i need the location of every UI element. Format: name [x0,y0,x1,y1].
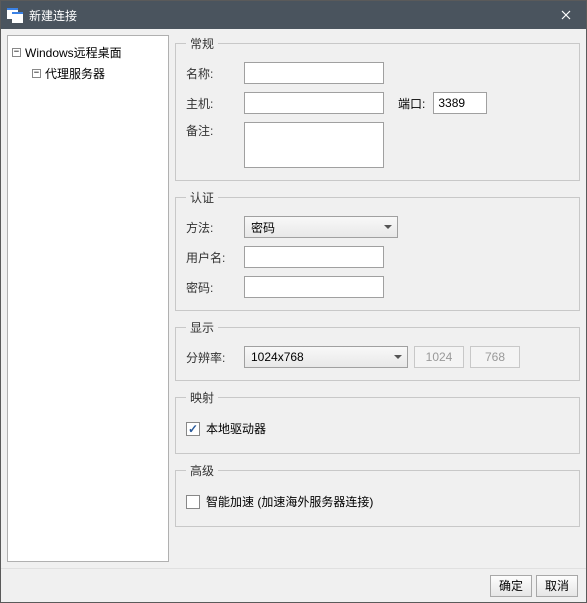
close-icon [561,10,571,20]
legend-display: 显示 [186,319,218,336]
ok-button[interactable]: 确定 [490,575,532,597]
app-icon [7,8,23,22]
tree-panel: − Windows远程桌面 − 代理服务器 [7,35,169,562]
checkbox-smart-accel[interactable] [186,495,200,509]
label-local-drive: 本地驱动器 [206,420,266,437]
input-name[interactable] [244,62,384,84]
tree-root-label: Windows远程桌面 [25,44,122,61]
close-button[interactable] [546,1,586,29]
chevron-down-icon [379,217,397,237]
tree-collapse-icon[interactable]: − [32,69,41,78]
resolution-width: 1024 [414,346,464,368]
tree-child-label: 代理服务器 [45,65,105,82]
input-password[interactable] [244,276,384,298]
titlebar: 新建连接 [1,1,586,29]
legend-advanced: 高级 [186,462,218,479]
group-general: 常规 名称: 主机: 端口: 备注: [175,35,580,181]
label-host: 主机: [186,95,244,112]
dialog-footer: 确定 取消 [1,568,586,602]
group-auth: 认证 方法: 密码 用户名: 密码: [175,189,580,311]
select-resolution[interactable]: 1024x768 [244,346,408,368]
tree-item-root[interactable]: − Windows远程桌面 [12,42,164,63]
select-method-value: 密码 [251,219,275,236]
input-remark[interactable] [244,122,384,168]
select-method[interactable]: 密码 [244,216,398,238]
label-name: 名称: [186,65,244,82]
label-remark: 备注: [186,122,244,139]
tree-item-proxy[interactable]: − 代理服务器 [12,63,164,84]
chevron-down-icon [389,347,407,367]
select-resolution-value: 1024x768 [251,350,304,364]
titlebar-title: 新建连接 [29,7,546,24]
group-display: 显示 分辨率: 1024x768 1024 768 [175,319,580,381]
input-host[interactable] [244,92,384,114]
checkbox-local-drive[interactable] [186,422,200,436]
label-smart-accel: 智能加速 (加速海外服务器连接) [206,493,373,510]
tree-collapse-icon[interactable]: − [12,48,21,57]
dialog-window: 新建连接 − Windows远程桌面 − 代理服务器 常规 名称: [0,0,587,603]
label-method: 方法: [186,219,244,236]
dialog-body: − Windows远程桌面 − 代理服务器 常规 名称: 主机: 端口: [1,29,586,568]
group-mapping: 映射 本地驱动器 [175,389,580,454]
resolution-height: 768 [470,346,520,368]
group-advanced: 高级 智能加速 (加速海外服务器连接) [175,462,580,527]
form-panel: 常规 名称: 主机: 端口: 备注: 认证 [175,35,580,562]
label-password: 密码: [186,279,244,296]
label-port: 端口: [398,95,425,112]
legend-general: 常规 [186,35,218,52]
label-resolution: 分辨率: [186,349,244,366]
cancel-button[interactable]: 取消 [536,575,578,597]
input-username[interactable] [244,246,384,268]
input-port[interactable] [433,92,487,114]
label-username: 用户名: [186,249,244,266]
legend-mapping: 映射 [186,389,218,406]
legend-auth: 认证 [186,189,218,206]
